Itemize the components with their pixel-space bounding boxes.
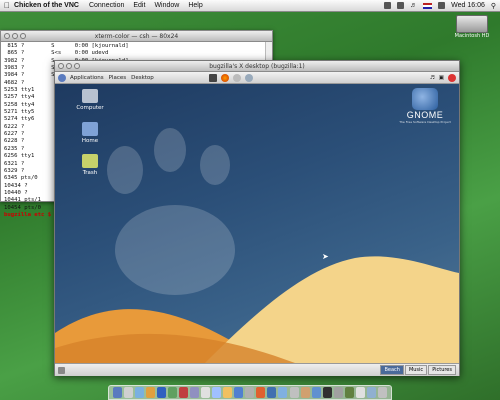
dock-app-icon[interactable] (366, 387, 376, 398)
menu-app-name[interactable]: Chicken of the VNC (14, 2, 79, 9)
trash-icon (82, 154, 98, 168)
firefox-launcher-icon[interactable] (220, 73, 229, 82)
gnome-top-panel: Applications Places Desktop ♬ ▣ (55, 72, 459, 84)
dock-app-icon[interactable] (146, 387, 156, 398)
dock-app-icon[interactable] (234, 387, 244, 398)
workspace-switcher: Beach Music Pictures (380, 365, 459, 375)
menu-window[interactable]: Window (154, 2, 179, 9)
dock-app-icon[interactable] (267, 387, 277, 398)
menu-extras: ♬ Wed 16:06 ⚲ (384, 2, 500, 10)
dock-app-icon[interactable] (333, 387, 343, 398)
dock-app-icon[interactable] (113, 387, 123, 398)
workspace-beach[interactable]: Beach (380, 365, 404, 375)
dock-app-icon[interactable] (377, 387, 387, 398)
menu-help[interactable]: Help (188, 2, 202, 9)
mac-menu-bar:  Chicken of the VNC Connection Edit Win… (0, 0, 500, 12)
xterm-title: xterm-color — csh — 80x24 (94, 32, 179, 40)
menu-connection[interactable]: Connection (89, 2, 124, 9)
menu-clock[interactable]: Wed 16:06 (451, 2, 485, 9)
show-desktop-icon[interactable] (58, 366, 65, 374)
dock-app-icon[interactable] (201, 387, 211, 398)
gnome-logo-text: GNOME (406, 110, 444, 120)
dock-app-icon[interactable] (212, 387, 222, 398)
desktop-drive[interactable]: Macintosh HD (452, 15, 492, 39)
dock-app-icon[interactable] (124, 387, 134, 398)
bluetooth-icon[interactable] (397, 2, 405, 9)
gnome-logo: GNOME The Free Software Desktop Project (399, 88, 451, 124)
gnome-bottom-panel: Beach Music Pictures (55, 363, 459, 376)
status-menu-icon[interactable] (384, 2, 392, 9)
dock-app-icon[interactable] (245, 387, 255, 398)
menu-desktop[interactable]: Desktop (131, 75, 154, 81)
gnome-foot-icon[interactable] (58, 73, 66, 82)
terminal-line: 815 ? S 0:00 [kjournald] (4, 43, 129, 49)
dock-app-icon[interactable] (157, 387, 167, 398)
desktop-icon-label: Home (81, 138, 99, 144)
vnc-titlebar[interactable]: bugzilla's X desktop (bugzilla:1) (55, 61, 459, 72)
desktop-icon-computer[interactable]: Computer (70, 89, 110, 111)
logout-icon[interactable] (448, 73, 456, 82)
input-flag-icon[interactable] (423, 2, 433, 9)
menu-edit[interactable]: Edit (133, 2, 145, 9)
menu-places[interactable]: Places (109, 75, 127, 81)
workspace-pictures[interactable]: Pictures (428, 365, 456, 375)
volume-icon[interactable]: ♬ (410, 2, 417, 9)
gnome-desktop[interactable]: Computer Home Trash GNOME The Free Softw… (55, 84, 459, 363)
desktop-icon-label: Trash (82, 170, 98, 176)
terminal-launcher-icon[interactable] (208, 73, 217, 82)
drive-label: Macintosh HD (454, 33, 490, 39)
home-icon (82, 122, 98, 136)
computer-icon (82, 89, 98, 103)
volume-icon[interactable]: ♬ (430, 75, 435, 81)
display-icon[interactable]: ▣ (439, 75, 444, 81)
gnome-logo-icon (412, 88, 438, 110)
workspace-music[interactable]: Music (404, 365, 428, 375)
menu-applications[interactable]: Applications (70, 75, 104, 81)
desktop-icon-trash[interactable]: Trash (70, 154, 110, 176)
dock-app-icon[interactable] (190, 387, 200, 398)
dock-app-icon[interactable] (355, 387, 365, 398)
gnome-tagline: The Free Software Desktop Project (399, 120, 451, 124)
dock-app-icon[interactable] (278, 387, 288, 398)
help-launcher-icon[interactable] (244, 73, 253, 82)
dock-app-icon[interactable] (256, 387, 266, 398)
battery-icon[interactable] (438, 2, 446, 9)
dock-app-icon[interactable] (311, 387, 321, 398)
dock-app-icon[interactable] (300, 387, 310, 398)
apple-menu-icon[interactable]:  (0, 1, 14, 10)
xterm-titlebar[interactable]: xterm-color — csh — 80x24 (1, 31, 272, 42)
mouse-pointer-icon: ➤ (322, 252, 329, 261)
dock-app-icon[interactable] (223, 387, 233, 398)
vnc-title: bugzilla's X desktop (bugzilla:1) (209, 62, 305, 70)
dock-app-icon[interactable] (344, 387, 354, 398)
vnc-window[interactable]: bugzilla's X desktop (bugzilla:1) Applic… (54, 60, 460, 376)
mac-dock (108, 385, 392, 400)
dock-app-icon[interactable] (135, 387, 145, 398)
desktop-icon-home[interactable]: Home (70, 122, 110, 144)
hard-drive-icon (456, 15, 488, 33)
spotlight-icon[interactable]: ⚲ (491, 2, 496, 10)
wallpaper-dunes (55, 256, 459, 363)
dock-app-icon[interactable] (168, 387, 178, 398)
desktop-icon-label: Computer (76, 105, 104, 111)
dock-app-icon[interactable] (179, 387, 189, 398)
dock-app-icon[interactable] (322, 387, 332, 398)
dock-app-icon[interactable] (289, 387, 299, 398)
mail-launcher-icon[interactable] (232, 73, 241, 82)
terminal-line: 865 ? S<s 0:00 udevd (4, 50, 109, 57)
